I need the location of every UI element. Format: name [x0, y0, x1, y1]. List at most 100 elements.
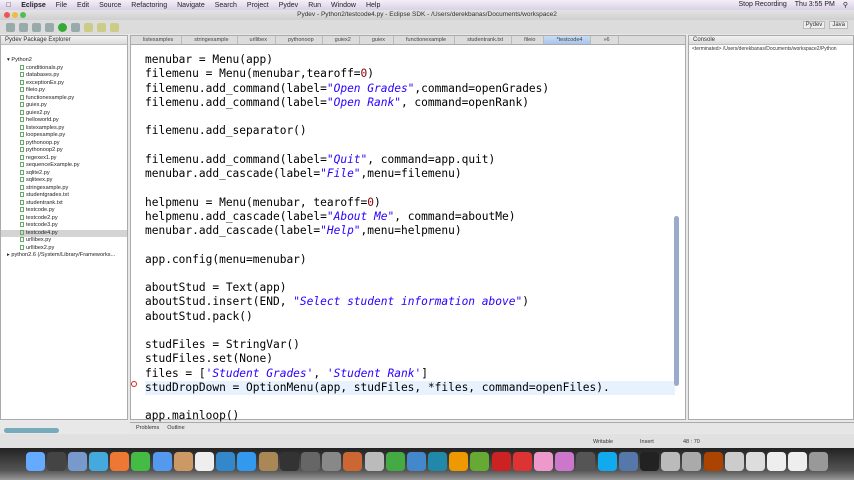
tree-file[interactable]: functionexample.py [1, 95, 127, 103]
dock-skype-icon[interactable] [597, 452, 617, 471]
dock-acrobat-icon[interactable] [512, 452, 532, 471]
editor-tab[interactable]: stringexample [182, 36, 238, 44]
dock-preview-icon[interactable] [67, 452, 87, 471]
dock-mission-control-icon[interactable] [300, 452, 320, 471]
dock-terminal-icon[interactable] [639, 452, 659, 471]
dock-calculator-icon[interactable] [661, 452, 681, 471]
dock-dashboard-icon[interactable] [46, 452, 66, 471]
tab-problems[interactable]: Problems [136, 425, 159, 431]
menu-search[interactable]: Search [215, 2, 237, 9]
dock-flash-icon[interactable] [491, 452, 511, 471]
menu-project[interactable]: Project [247, 2, 269, 9]
dock-numbers-icon[interactable] [385, 452, 405, 471]
annotation-icon[interactable] [84, 22, 93, 32]
dock-downloads-icon[interactable] [745, 452, 765, 471]
dock-address-book-icon[interactable] [173, 452, 193, 471]
tree-library[interactable]: ▸ python2.6 (/System/Library/Frameworks.… [1, 252, 127, 260]
menu-window[interactable]: Window [331, 2, 356, 9]
tree-file[interactable]: guiex2.py [1, 110, 127, 118]
zoom-button[interactable] [20, 12, 26, 18]
tree-file[interactable]: pythonoop.py [1, 140, 127, 148]
editor-tab[interactable]: pythonoop [276, 36, 323, 44]
recording-status[interactable]: Stop Recording [739, 1, 787, 9]
menu-run[interactable]: Run [308, 2, 321, 9]
tree-project[interactable]: ▾ Python2 [1, 57, 127, 65]
perspective-java[interactable]: Java [829, 21, 848, 29]
tree-file[interactable]: testcode2.py [1, 215, 127, 223]
dock-pen-icon[interactable] [364, 452, 384, 471]
minimize-button[interactable] [12, 12, 18, 18]
app-menu[interactable]: Eclipse [21, 2, 46, 9]
perspective-pydev[interactable]: Pydev [802, 21, 826, 29]
dock-app-store-icon[interactable] [237, 452, 257, 471]
package-explorer-title[interactable]: Pydev Package Explorer [1, 36, 127, 45]
tree-file[interactable]: urllibex2.py [1, 245, 127, 253]
menu-pydev[interactable]: Pydev [279, 2, 298, 9]
menu-refactoring[interactable]: Refactoring [131, 2, 167, 9]
editor-tab[interactable]: »6 [591, 36, 619, 44]
tree-file[interactable]: listexamples.py [1, 125, 127, 133]
tree-file[interactable]: urllibex.py [1, 237, 127, 245]
dock-dreamweaver-icon[interactable] [470, 452, 490, 471]
tree-file[interactable]: sequenceExample.py [1, 162, 127, 170]
dock-firefox-icon[interactable] [110, 452, 130, 471]
dock-bridge-icon[interactable] [703, 452, 723, 471]
dock-cleaner-icon[interactable] [555, 452, 575, 471]
tree-file[interactable]: testcode.py [1, 207, 127, 215]
menu-source[interactable]: Source [99, 2, 121, 9]
dock-itunes-icon[interactable] [216, 452, 236, 471]
forward-icon[interactable] [110, 22, 119, 32]
new-icon[interactable] [6, 22, 15, 32]
dock-clapper-icon[interactable] [576, 452, 596, 471]
editor-tab[interactable]: functionexample [394, 36, 456, 44]
close-button[interactable] [4, 12, 10, 18]
dock-ichat-icon[interactable] [152, 452, 172, 471]
editor-tab[interactable]: listexamples [131, 36, 183, 44]
dock-illustrator-icon[interactable] [449, 452, 469, 471]
tab-outline[interactable]: Outline [167, 425, 184, 431]
dock-system-preferences-icon[interactable] [322, 452, 342, 471]
dock-chrome-icon[interactable] [131, 452, 151, 471]
menu-file[interactable]: File [56, 2, 67, 9]
dock-safari-icon[interactable] [89, 452, 109, 471]
dock-photoshop-icon[interactable] [428, 452, 448, 471]
editor-tab[interactable]: guiex2 [323, 36, 360, 44]
editor-tab[interactable]: guiex [360, 36, 395, 44]
dock-ical-icon[interactable] [195, 452, 215, 471]
dock-files-icon[interactable] [767, 452, 787, 471]
error-marker-icon[interactable] [131, 381, 137, 387]
tree-file[interactable]: studentgrades.txt [1, 192, 127, 200]
tree-file[interactable]: exceptionEx.py [1, 80, 127, 88]
code-editor[interactable]: listexamples stringexample urllibex pythono… [130, 35, 686, 422]
dock-textedit-icon[interactable] [534, 452, 554, 471]
tree-file[interactable]: loopexample.py [1, 132, 127, 140]
save-icon[interactable] [19, 22, 28, 32]
back-icon[interactable] [97, 22, 106, 32]
dock-documents-icon[interactable] [724, 452, 744, 471]
tree-file[interactable]: helloworld.py [1, 117, 127, 125]
menu-help[interactable]: Help [366, 2, 380, 9]
tree-file[interactable]: guiex.py [1, 102, 127, 110]
tree-file[interactable]: regexex1.py [1, 155, 127, 163]
tree-file[interactable]: conditionals.py [1, 65, 127, 73]
run-icon[interactable] [58, 22, 67, 32]
print-icon[interactable] [32, 22, 41, 32]
tree-file[interactable]: fileio.py [1, 87, 127, 95]
tree-file[interactable]: testcode3.py [1, 222, 127, 230]
dock-activity-icon[interactable] [682, 452, 702, 471]
apple-icon[interactable]:  [6, 2, 11, 9]
dock-trash-icon[interactable] [809, 452, 829, 471]
editor-tab[interactable]: studentrank.txt [455, 36, 513, 44]
debug-icon[interactable] [45, 22, 54, 32]
editor-tab[interactable]: *testcode4 [544, 36, 592, 44]
dock-finder-icon[interactable] [25, 452, 45, 471]
spotlight-icon[interactable]: ⚲ [843, 1, 848, 9]
editor-tab[interactable]: urllibex [238, 36, 276, 44]
tree-file[interactable]: stringexample.py [1, 185, 127, 193]
tree-file[interactable]: databases.py [1, 72, 127, 80]
console-tab[interactable]: Console [689, 36, 853, 45]
dock-imovie-icon[interactable] [279, 452, 299, 471]
tree-file[interactable]: sqlite2.py [1, 170, 127, 178]
external-tools-icon[interactable] [71, 22, 80, 32]
dock-network-icon[interactable] [618, 452, 638, 471]
